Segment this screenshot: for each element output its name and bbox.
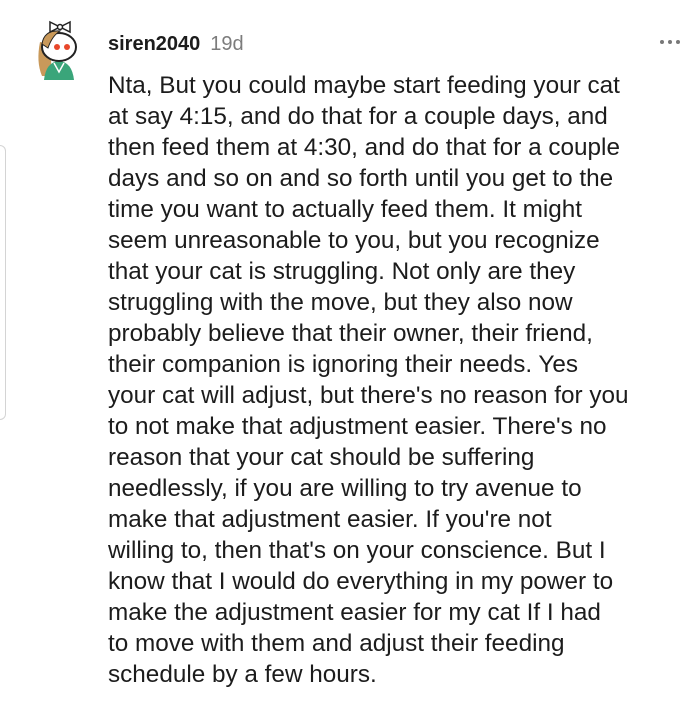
comment-age: 19d <box>210 33 244 55</box>
more-options-icon[interactable] <box>660 40 680 44</box>
comment-line: time you want to actually feed them. It … <box>108 196 583 223</box>
thread-collapse-line[interactable] <box>0 145 6 420</box>
comment-line: days and so on and so forth until you ge… <box>108 165 614 192</box>
comment-line: reason that your cat should be suffering <box>108 444 535 471</box>
comment-line: to move with them and adjust their feedi… <box>108 630 565 657</box>
comment-line: to not make that adjustment easier. Ther… <box>108 413 607 440</box>
comment-line: seem unreasonable to you, but you recogn… <box>108 227 600 254</box>
user-avatar-icon[interactable] <box>30 14 88 80</box>
comment-line: at say 4:15, and do that for a couple da… <box>108 103 608 130</box>
comment-line: make that adjustment easier. If you're n… <box>108 506 552 533</box>
comment-line: then feed them at 4:30, and do that for … <box>108 134 620 161</box>
comment-line: that your cat is struggling. Not only ar… <box>108 258 576 285</box>
comment-body: Nta, But you could maybe start feeding y… <box>108 70 696 690</box>
username[interactable]: siren2040 <box>108 33 200 56</box>
comment-line: make the adjustment easier for my cat If… <box>108 599 601 626</box>
comment-line: willing to, then that's on your conscien… <box>108 537 606 564</box>
comment-line: Nta, But you could maybe start feeding y… <box>108 72 620 99</box>
comment-header: siren2040 19d <box>108 33 244 56</box>
comment-line: struggling with the move, but they also … <box>108 289 573 316</box>
comment-line: their companion is ignoring their needs.… <box>108 351 579 378</box>
comment-line: needlessly, if you are willing to try av… <box>108 475 582 502</box>
comment-line: probably believe that their owner, their… <box>108 320 593 347</box>
comment-line: your cat will adjust, but there's no rea… <box>108 382 629 409</box>
comment-line: schedule by a few hours. <box>108 661 377 688</box>
comment-line: know that I would do everything in my po… <box>108 568 614 595</box>
